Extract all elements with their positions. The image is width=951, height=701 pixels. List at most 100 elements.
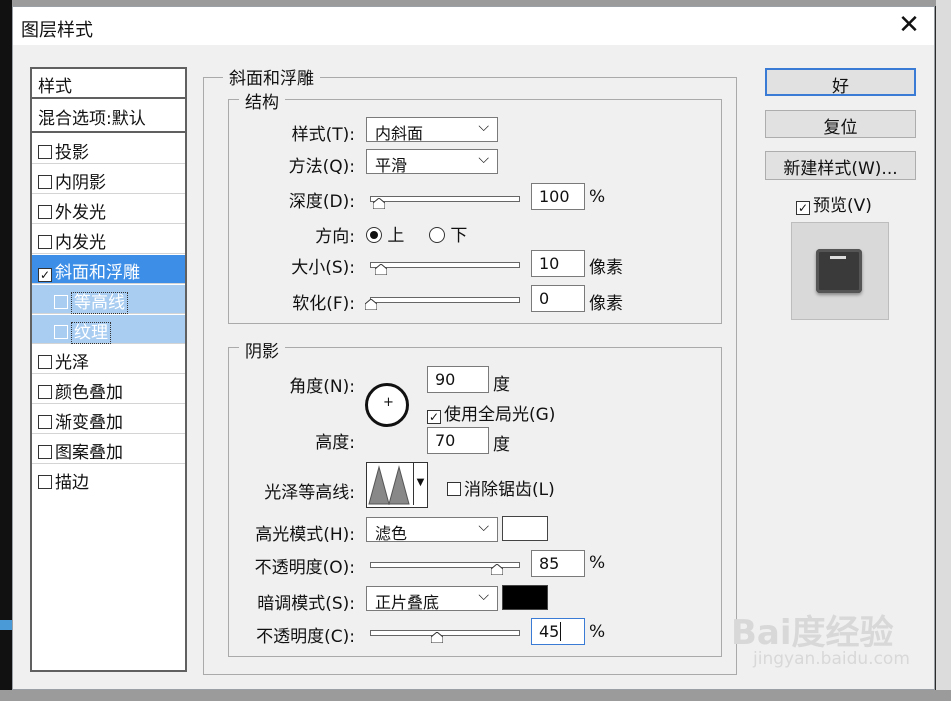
new-style-button[interactable]: 新建样式(W)... [765,151,916,180]
highlight-mode-select[interactable]: 滤色 ⌵ [366,517,498,543]
checkbox[interactable] [38,235,52,249]
altitude-input[interactable]: 70 [427,427,489,454]
soften-slider-thumb[interactable] [365,299,377,310]
checkbox[interactable] [38,385,52,399]
soften-input[interactable]: 0 [531,285,585,312]
styles-list: 样式 混合选项:默认 投影 内阴影 外发光 内发光 ✓ 斜面和浮雕 等高线 纹理 … [30,67,187,672]
watermark-url: jingyan.baidu.com [753,649,910,669]
ok-button[interactable]: 好 [765,68,916,97]
direction-down-option[interactable]: 下 [429,221,467,246]
shadow-opacity-label: 不透明度(C): [256,627,355,647]
checkbox-checked[interactable]: ✓ [38,268,52,282]
chevron-down-icon: ⌵ [478,119,489,135]
style-preview [791,222,889,320]
preview-label: 预览(V) [813,196,872,216]
close-icon[interactable]: ✕ [891,11,927,41]
watermark-logo: Bai度经验 [731,613,894,653]
technique-select[interactable]: 平滑 ⌵ [366,149,498,175]
title-bar: 图层样式 ✕ [13,7,934,45]
style-item-label: 等高线 [71,292,128,314]
style-item-label: 投影 [55,143,89,163]
radio-selected[interactable] [366,227,382,243]
size-slider-thumb[interactable] [375,264,387,275]
direction-down-label: 下 [450,226,468,246]
shading-legend: 阴影 [239,337,285,362]
style-item-bevel-emboss[interactable]: ✓ 斜面和浮雕 [32,255,185,284]
method-label: 方法(Q): [288,157,355,177]
reset-button[interactable]: 复位 [765,110,916,138]
checkbox-checked[interactable]: ✓ [796,201,810,215]
anti-alias-option[interactable]: 消除锯齿(L) [447,475,555,500]
chevron-down-icon: ⌵ [478,519,489,535]
style-item-inner-shadow[interactable]: 内阴影 [32,165,185,194]
style-item-gradient-overlay[interactable]: 渐变叠加 [32,405,185,434]
depth-slider[interactable] [370,196,520,202]
checkbox[interactable] [38,205,52,219]
shadow-opacity-value: 45 [539,622,560,641]
depth-slider-thumb[interactable] [373,198,385,209]
size-unit: 像素 [589,258,623,278]
direction-label: 方向: [315,227,355,247]
highlight-color-swatch[interactable] [502,516,548,541]
style-item-label: 外发光 [55,203,106,223]
radio-unselected[interactable] [429,227,445,243]
style-item-pattern-overlay[interactable]: 图案叠加 [32,435,185,464]
altitude-unit: 度 [493,435,510,455]
style-item-outer-glow[interactable]: 外发光 [32,195,185,224]
shadow-mode-select[interactable]: 正片叠底 ⌵ [366,586,498,612]
style-item-satin[interactable]: 光泽 [32,345,185,374]
checkbox[interactable] [38,415,52,429]
checkbox[interactable] [38,145,52,159]
layer-style-dialog: 图层样式 ✕ 样式 混合选项:默认 投影 内阴影 外发光 内发光 ✓ 斜面和浮雕 … [12,6,935,690]
shadow-opacity-input[interactable]: 45 [531,618,585,645]
size-slider[interactable] [370,262,520,268]
highlight-opacity-unit: % [589,553,606,573]
style-item-label: 纹理 [71,322,111,344]
angle-label: 角度(N): [289,377,355,397]
highlight-mode-label: 高光模式(H): [255,525,355,545]
style-item-stroke[interactable]: 描边 [32,465,185,494]
checkbox[interactable] [38,445,52,459]
checkbox[interactable] [54,295,68,309]
structure-legend: 结构 [239,88,285,113]
bevel-style-select[interactable]: 内斜面 ⌵ [366,117,498,143]
shadow-opacity-slider[interactable] [370,630,520,636]
style-item-label: 渐变叠加 [55,413,123,433]
checkbox[interactable] [38,355,52,369]
depth-input[interactable]: 100 [531,183,585,210]
angle-input[interactable]: 90 [427,366,489,393]
checkbox[interactable] [38,175,52,189]
shadow-color-swatch[interactable] [502,585,548,610]
direction-up-option[interactable]: 上 [366,221,404,246]
blend-options-item[interactable]: 混合选项:默认 [32,101,185,133]
style-item-texture[interactable]: 纹理 [32,315,185,344]
style-item-color-overlay[interactable]: 颜色叠加 [32,375,185,404]
style-item-label: 内阴影 [55,173,106,193]
styles-list-header: 样式 [32,69,185,99]
checkbox-checked[interactable]: ✓ [427,410,441,424]
shadow-opacity-slider-thumb[interactable] [431,632,443,643]
background-app-bottom [0,690,951,701]
size-input[interactable]: 10 [531,250,585,277]
background-app-right [936,0,951,701]
style-item-label: 斜面和浮雕 [55,263,140,283]
highlight-opacity-input[interactable]: 85 [531,550,585,577]
contour-dropdown-icon[interactable]: ▼ [413,463,427,505]
shadow-mode-value: 正片叠底 [375,593,440,612]
soften-slider[interactable] [370,297,520,303]
preview-option[interactable]: ✓ 预览(V) [796,191,872,216]
highlight-opacity-slider-thumb[interactable] [491,564,503,575]
bevel-emboss-title: 斜面和浮雕 [223,64,320,89]
background-app-left-accent [0,620,12,630]
checkbox[interactable] [447,482,461,496]
global-light-option[interactable]: ✓ 使用全局光(G) [427,400,555,425]
style-item-inner-glow[interactable]: 内发光 [32,225,185,254]
style-item-contour[interactable]: 等高线 [32,285,185,314]
checkbox[interactable] [38,475,52,489]
bevel-style-value: 内斜面 [375,124,424,143]
gloss-contour-picker[interactable]: ▼ [366,462,428,508]
highlight-opacity-label: 不透明度(O): [254,558,355,578]
style-item-drop-shadow[interactable]: 投影 [32,135,185,164]
checkbox[interactable] [54,325,68,339]
text-cursor [560,622,562,641]
